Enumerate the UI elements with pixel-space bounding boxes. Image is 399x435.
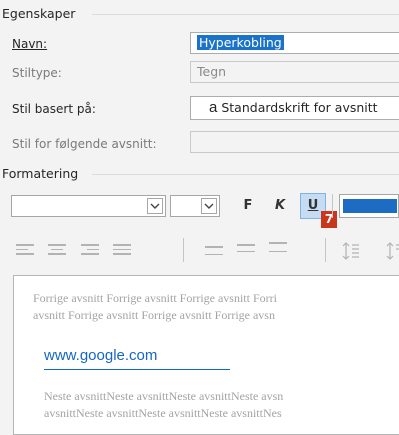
font-size-dropdown-button[interactable] <box>201 198 217 214</box>
section-title-formatting: Formatering <box>2 166 79 181</box>
section-divider <box>92 174 399 175</box>
following-style-label: Stil for følgende avsnitt: <box>12 137 157 151</box>
name-label: Navn: <box>12 37 47 51</box>
chevron-down-icon <box>150 203 160 209</box>
preview-pane: Forrige avsnitt Forrige avsnitt Forrige … <box>13 275 399 435</box>
align-center-icon[interactable] <box>48 244 66 258</box>
following-style-dropdown <box>190 131 399 153</box>
name-label-text: Navn: <box>12 37 48 51</box>
chevron-down-icon <box>204 203 214 209</box>
name-field-value: Hyperkobling <box>197 35 284 50</box>
preview-next-line: Neste avsnittNeste avsnittNeste avsnittN… <box>44 389 284 403</box>
paragraph-style-icon: a <box>209 99 218 116</box>
preview-previous-line: Forrige avsnitt Forrige avsnitt Forrige … <box>33 291 277 305</box>
italic-button[interactable]: K <box>270 195 290 217</box>
spacing-before-icon[interactable] <box>342 241 360 261</box>
preview-link-underline <box>44 369 230 370</box>
toolbar-separator <box>332 194 333 218</box>
font-size-dropdown[interactable] <box>170 195 220 217</box>
preview-previous-line: avsnitt Forrige avsnitt Forrige avsnitt … <box>33 308 275 322</box>
font-color-swatch <box>343 199 397 213</box>
one-half-spacing-icon[interactable] <box>237 244 255 258</box>
spacing-after-icon[interactable] <box>386 241 399 261</box>
preview-sample-link: www.google.com <box>44 347 158 364</box>
single-spacing-icon[interactable] <box>205 246 223 260</box>
font-dropdown[interactable] <box>11 195 166 217</box>
toolbar-separator <box>183 238 184 262</box>
name-field[interactable]: Hyperkobling <box>190 32 399 54</box>
based-on-value: Standardskrift for avsnitt <box>221 100 378 115</box>
section-divider <box>92 14 399 15</box>
style-type-value: Tegn <box>197 64 227 79</box>
based-on-label: Stil basert på: <box>12 102 96 116</box>
toolbar-separator <box>325 238 326 262</box>
section-title-properties: Egenskaper <box>2 6 76 21</box>
align-right-icon[interactable] <box>81 244 99 258</box>
double-spacing-icon[interactable] <box>269 242 287 256</box>
based-on-dropdown[interactable]: a Standardskrift for avsnitt <box>190 96 399 120</box>
style-type-field: Tegn <box>190 61 399 83</box>
justify-icon[interactable] <box>113 244 131 258</box>
font-dropdown-button[interactable] <box>147 198 163 214</box>
preview-next-line: avsnittNeste avsnittNeste avsnittNeste a… <box>44 406 282 420</box>
bold-button[interactable]: F <box>238 195 258 217</box>
style-type-label: Stiltype: <box>12 66 62 80</box>
font-color-button[interactable] <box>339 194 399 218</box>
callout-badge: 7 <box>321 211 337 228</box>
align-left-icon[interactable] <box>16 244 34 258</box>
